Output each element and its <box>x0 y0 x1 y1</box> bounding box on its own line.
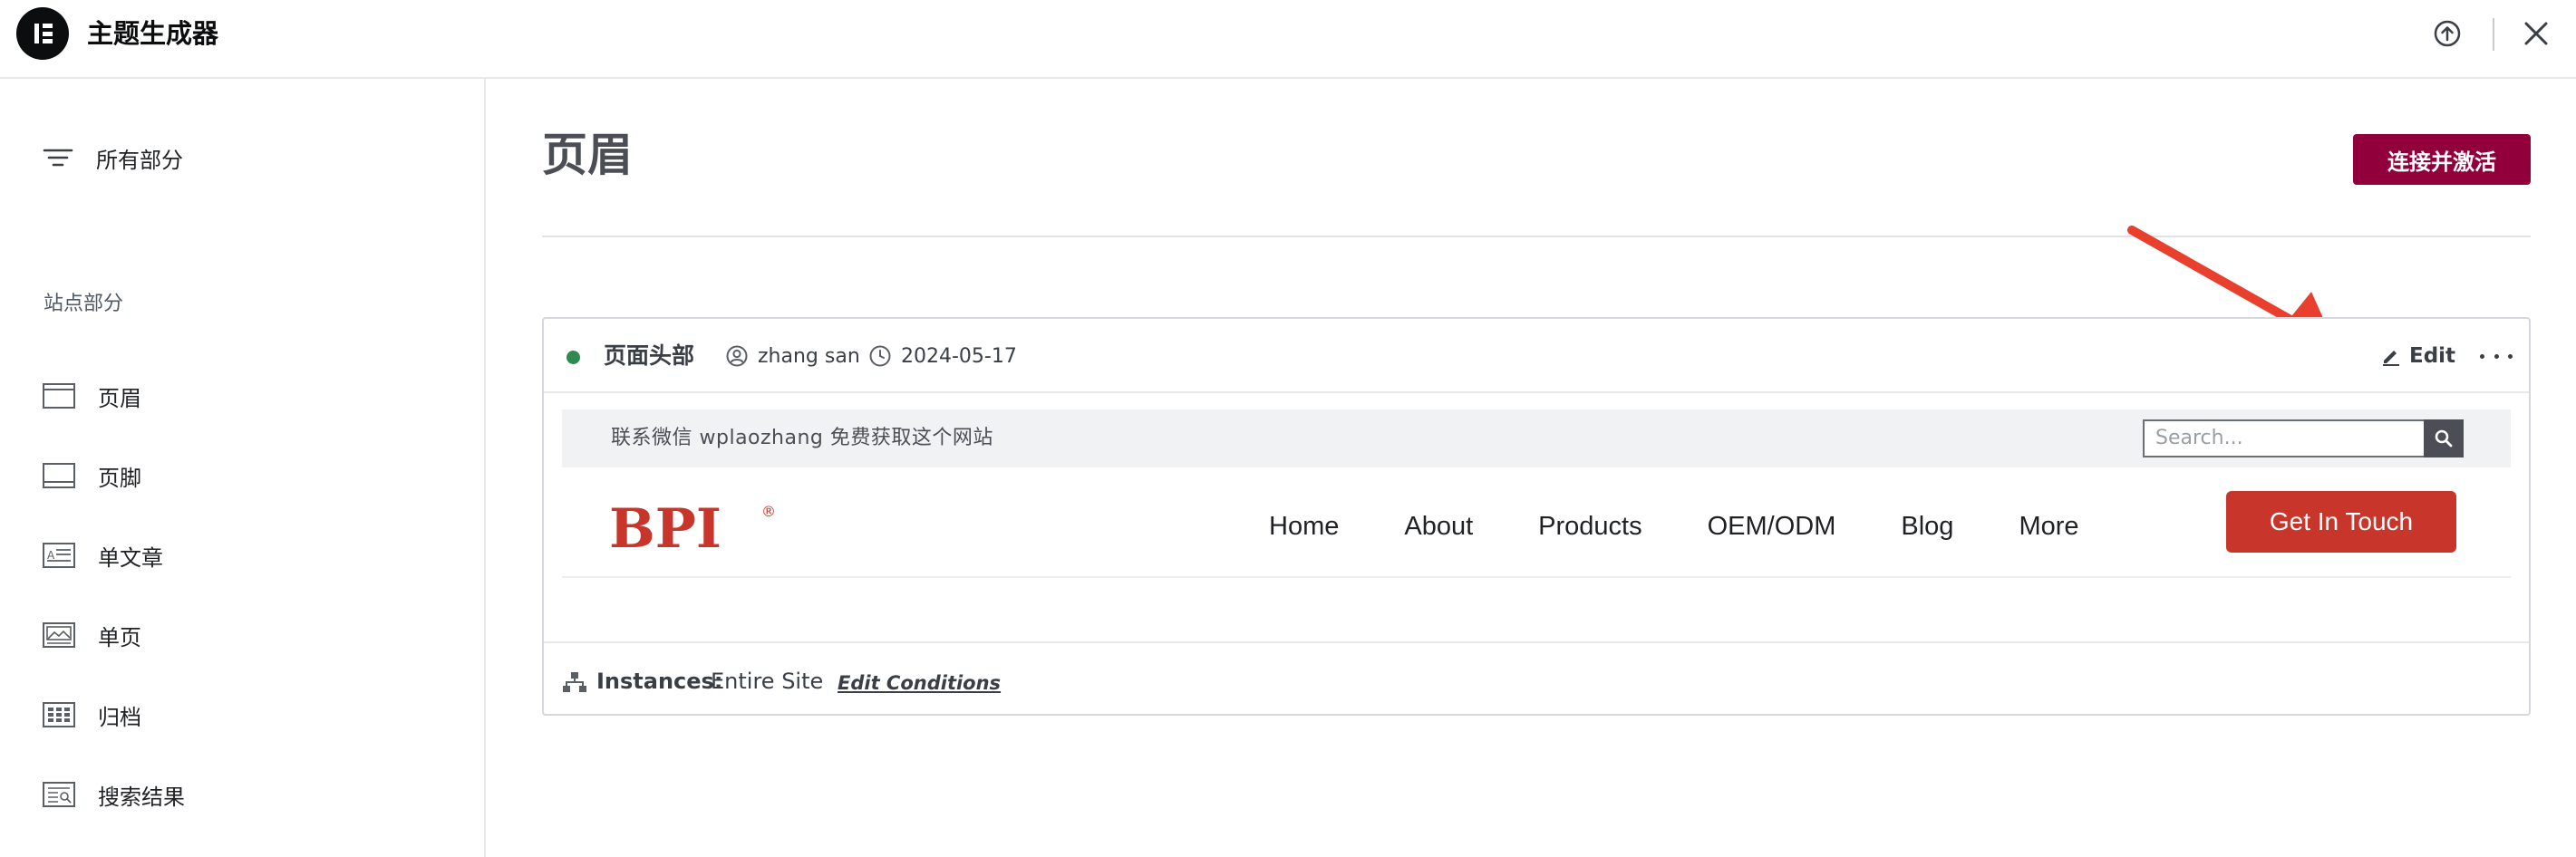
preview-search-input: Search... <box>2143 419 2426 457</box>
registered-mark: ® <box>761 503 776 520</box>
status-dot <box>567 351 580 364</box>
edit-button[interactable]: Edit <box>2380 341 2455 371</box>
nav-link-home: Home <box>1269 511 1340 541</box>
preview-topbar: 联系微信 wplaozhang 免费获取这个网站 Search... <box>562 409 2511 467</box>
header-preview: 联系微信 wplaozhang 免费获取这个网站 Search... BPI ®… <box>562 409 2511 591</box>
close-icon[interactable] <box>2523 20 2550 47</box>
card-header: 页面头部 zhang san 2024-05-17 Edit <box>544 319 2529 393</box>
bpi-logo-text: BPI <box>609 497 721 553</box>
template-card: 页面头部 zhang san 2024-05-17 Edit 联系微信 wpla… <box>542 317 2531 716</box>
sidebar-item-label: 页脚 <box>98 465 141 491</box>
sidebar-item-header[interactable]: 页眉 <box>42 378 141 414</box>
sidebar-item-label: 单文章 <box>98 544 163 571</box>
svg-text:A: A <box>47 549 55 562</box>
instances-value: Entire Site <box>711 669 824 694</box>
preview-search-button <box>2424 419 2464 457</box>
nav-link-oem-odm: OEM/ODM <box>1707 511 1836 541</box>
clock-icon <box>869 345 891 367</box>
sidebar-item-all-parts[interactable]: 所有部分 <box>42 140 183 176</box>
page-title: 页眉 <box>542 129 633 181</box>
preview-topbar-text: 联系微信 wplaozhang 免费获取这个网站 <box>611 427 993 449</box>
pencil-icon <box>2383 351 2399 366</box>
toolbar-divider <box>2493 18 2494 51</box>
upload-icon[interactable] <box>2433 19 2462 48</box>
nav-link-blog: Blog <box>1901 511 1954 541</box>
single-post-icon: A <box>43 543 75 568</box>
top-bar: 主题生成器 <box>0 0 2576 79</box>
sidebar-item-archive[interactable]: 归档 <box>42 697 141 733</box>
sitemap-icon <box>563 672 586 692</box>
sidebar-item-label: 页眉 <box>98 385 141 411</box>
header-icon <box>43 383 75 409</box>
connect-activate-button[interactable]: 连接并激活 <box>2353 134 2531 185</box>
preview-divider <box>562 576 2511 578</box>
search-results-icon <box>43 782 75 807</box>
sidebar-item-single-page[interactable]: 单页 <box>42 617 141 653</box>
footer-icon <box>43 463 75 488</box>
sidebar-item-label: 搜索结果 <box>98 784 185 810</box>
template-name: 页面头部 <box>604 342 695 369</box>
user-icon <box>726 345 748 367</box>
filter-icon <box>43 149 73 167</box>
more-options-icon[interactable] <box>2480 342 2513 370</box>
instances-label: Instances: <box>596 669 723 694</box>
card-footer: Instances: Entire Site Edit Conditions <box>544 641 2529 716</box>
nav-link-about: About <box>1404 511 1474 541</box>
sidebar-all-label: 所有部分 <box>96 147 183 173</box>
preview-nav: Home About Products OEM/ODM Blog More <box>1269 504 2145 549</box>
edit-conditions-link[interactable]: Edit Conditions <box>838 670 1001 696</box>
sidebar-item-footer[interactable]: 页脚 <box>42 457 141 494</box>
sidebar: 所有部分 站点部分 页眉 页脚 A 单文章 单页 归档 搜索结果 <box>0 79 486 857</box>
single-page-icon <box>43 622 75 648</box>
template-author: zhang san <box>758 345 860 368</box>
app-title: 主题生成器 <box>87 18 219 49</box>
archive-icon <box>43 702 75 727</box>
bpi-logo: BPI ® <box>609 497 776 553</box>
sidebar-item-single-post[interactable]: A 单文章 <box>42 537 163 573</box>
nav-link-products: Products <box>1538 511 1642 541</box>
search-icon <box>2435 429 2453 448</box>
elementor-logo-icon <box>16 7 69 60</box>
sidebar-item-label: 单页 <box>98 624 141 650</box>
template-date: 2024-05-17 <box>901 345 1017 368</box>
nav-link-more: More <box>2019 511 2079 541</box>
preview-get-in-touch-button: Get In Touch <box>2226 491 2456 553</box>
edit-label: Edit <box>2409 344 2456 368</box>
sidebar-item-label: 归档 <box>98 704 141 730</box>
sidebar-item-search-results[interactable]: 搜索结果 <box>42 776 185 813</box>
sidebar-section-title: 站点部分 <box>44 293 124 315</box>
